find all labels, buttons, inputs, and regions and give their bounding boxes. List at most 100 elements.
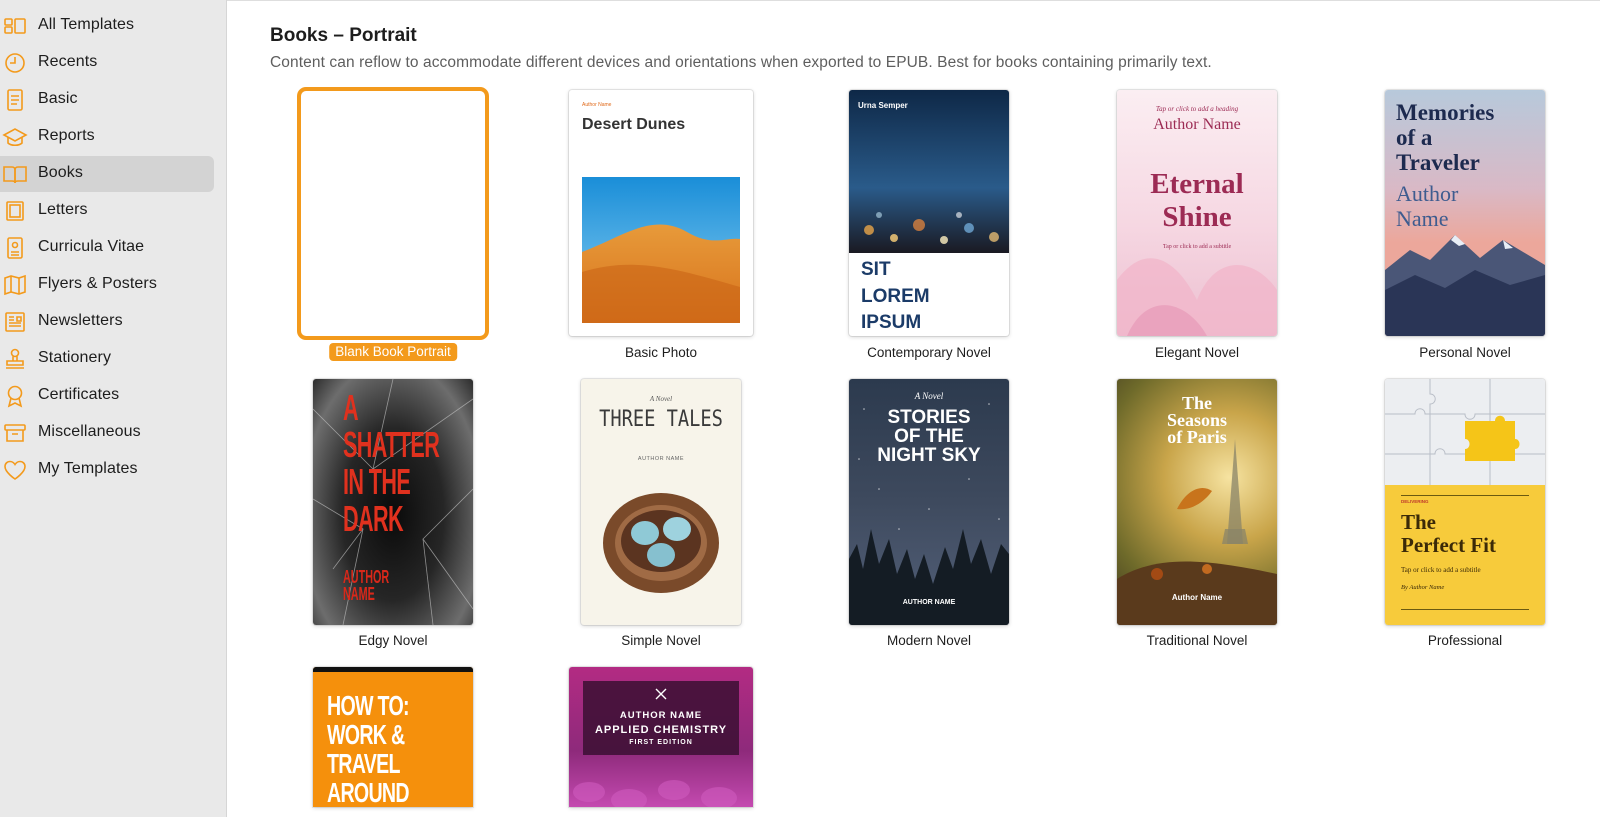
sidebar-item-basic[interactable]: Basic xyxy=(0,82,214,118)
sidebar-item-stationery[interactable]: Stationery xyxy=(0,341,214,377)
cover-author: Author Name xyxy=(1396,181,1459,231)
sidebar-item-flyers-posters[interactable]: Flyers & Posters xyxy=(0,267,214,303)
cover-author: Author Name xyxy=(1153,116,1241,133)
clock-icon xyxy=(5,53,25,73)
template-label: Traditional Novel xyxy=(1146,633,1248,648)
mountains-image xyxy=(1385,235,1545,336)
night-lights-image xyxy=(849,90,1009,253)
cover-kicker: A Novel xyxy=(914,391,944,401)
box-icon xyxy=(4,424,26,442)
cover-title: HOW TO: WORK & TRAVEL AROUND xyxy=(327,690,410,807)
cover-title: Memories of a Traveler xyxy=(1396,100,1495,175)
report-icon xyxy=(2,128,28,147)
heart-icon xyxy=(4,460,26,480)
cover-title: APPLIED CHEMISTRY xyxy=(594,724,728,736)
cover-author: By Author Name xyxy=(1401,584,1445,591)
sidebar-item-all-templates[interactable]: All Templates xyxy=(0,8,214,44)
sidebar: All Templates Recents Basic Reports Book… xyxy=(0,0,227,817)
letter-icon xyxy=(6,201,24,221)
template-how-to[interactable]: HOW TO: WORK & TRAVEL AROUND xyxy=(313,667,473,807)
sidebar-item-reports[interactable]: Reports xyxy=(0,119,214,155)
cover-subtitle: Tap or click to add a subtitle xyxy=(1401,566,1481,574)
sidebar-item-label: All Templates xyxy=(38,16,135,33)
molecule-icon xyxy=(655,688,667,700)
sidebar-item-newsletters[interactable]: Newsletters xyxy=(0,304,214,340)
sidebar-item-label: My Templates xyxy=(38,460,138,477)
template-label: Blank Book Portrait xyxy=(329,343,457,361)
cover-author: AUTHOR NAME xyxy=(619,710,703,721)
sidebar-item-label: Certificates xyxy=(38,386,120,403)
template-label: Edgy Novel xyxy=(358,633,428,648)
cover-subtitle: Tap or click to add a subtitle xyxy=(1162,244,1232,250)
cover-author: Author Name xyxy=(1171,593,1223,602)
cover-author: AUTHOR NAME xyxy=(902,599,956,606)
sidebar-item-label: Stationery xyxy=(38,349,112,366)
cover-edition: FIRST EDITION xyxy=(629,739,693,746)
beakers-image xyxy=(573,780,737,807)
template-blank-book-portrait[interactable] xyxy=(303,93,483,334)
sidebar-item-label: Letters xyxy=(38,201,88,218)
cover-author: AUTHOR NAME xyxy=(343,567,390,604)
nest-image xyxy=(603,493,719,593)
cover-title: The Perfect Fit xyxy=(1401,510,1497,557)
template-label: Elegant Novel xyxy=(1154,345,1240,360)
sidebar-item-letters[interactable]: Letters xyxy=(0,193,214,229)
template-label: Modern Novel xyxy=(886,633,972,648)
cover-kicker: DELIVERING xyxy=(1401,499,1429,504)
sidebar-item-curricula-vitae[interactable]: Curricula Vitae xyxy=(0,230,214,266)
cover-author: Author Name xyxy=(582,102,612,108)
template-gallery: Books – Portrait Content can reflow to a… xyxy=(227,0,1600,817)
template-simple-novel[interactable]: A Novel THREE TALES AUTHOR NAME xyxy=(581,379,741,625)
sidebar-item-label: Flyers & Posters xyxy=(38,275,157,292)
template-label: Basic Photo xyxy=(624,345,698,360)
template-contemporary-novel[interactable]: Urna Semper SIT LOREM IPSUM xyxy=(849,90,1009,336)
cover-title: Eternal Shine xyxy=(1150,168,1244,233)
template-elegant-novel[interactable]: Tap or click to add a heading Author Nam… xyxy=(1117,90,1277,336)
cover-heading: Tap or click to add a heading xyxy=(1155,105,1239,113)
sidebar-item-books[interactable]: Books xyxy=(0,156,214,192)
sidebar-item-my-templates[interactable]: My Templates xyxy=(0,452,214,488)
cover-title: STORIES OF THE NIGHT SKY xyxy=(877,407,981,466)
sidebar-item-certificates[interactable]: Certificates xyxy=(0,378,214,414)
sidebar-item-label: Miscellaneous xyxy=(38,423,141,440)
template-applied-chemistry[interactable]: AUTHOR NAME APPLIED CHEMISTRY FIRST EDIT… xyxy=(569,667,753,807)
template-personal-novel[interactable]: Memories of a Traveler Author Name xyxy=(1385,90,1545,336)
sidebar-item-label: Basic xyxy=(38,90,78,107)
page-description: Content can reflow to accommodate differ… xyxy=(270,54,1212,71)
page-title: Books – Portrait xyxy=(270,25,417,46)
template-edgy-novel[interactable]: A SHATTER IN THE DARK AUTHOR NAME xyxy=(313,379,473,625)
sidebar-item-label: Newsletters xyxy=(38,312,123,329)
newsletter-icon xyxy=(5,312,25,332)
ribbon-icon xyxy=(7,385,23,408)
book-icon xyxy=(3,166,27,184)
map-icon xyxy=(4,274,26,296)
cover-author: AUTHOR NAME xyxy=(637,456,685,462)
desert-image xyxy=(582,177,740,323)
template-label: Simple Novel xyxy=(621,633,701,648)
cover-title: Desert Dunes xyxy=(582,116,686,133)
sidebar-item-label: Reports xyxy=(38,127,95,144)
template-label: Professional xyxy=(1427,633,1503,648)
template-label: Contemporary Novel xyxy=(867,345,991,360)
template-label: Personal Novel xyxy=(1419,345,1511,360)
template-basic-photo[interactable]: Author Name Desert Dunes xyxy=(569,90,753,336)
petals-image xyxy=(1117,258,1277,336)
stamp-icon xyxy=(6,348,24,369)
sidebar-item-recents[interactable]: Recents xyxy=(0,45,214,81)
sidebar-item-label: Recents xyxy=(38,53,98,70)
sidebar-item-label: Books xyxy=(38,164,83,181)
all-templates-icon xyxy=(4,18,26,34)
template-modern-novel[interactable]: A Novel STORIES OF THE NIGHT SKY AUTHOR … xyxy=(849,379,1009,625)
cover-kicker: A Novel xyxy=(649,395,673,403)
puzzle-image xyxy=(1385,379,1545,485)
sidebar-item-label: Curricula Vitae xyxy=(38,238,145,255)
cover-author: Urna Semper xyxy=(858,101,908,110)
sidebar-item-miscellaneous[interactable]: Miscellaneous xyxy=(0,415,214,451)
cover-title: THREE TALES xyxy=(599,407,723,432)
cover-title: A SHATTER IN THE DARK xyxy=(343,387,440,539)
cv-icon xyxy=(7,237,23,259)
template-professional[interactable]: DELIVERING The Perfect Fit Tap or click … xyxy=(1385,379,1545,625)
template-traditional-novel[interactable]: The Seasons of Paris Author Name xyxy=(1117,379,1277,625)
document-icon xyxy=(7,89,23,111)
cover-title: The Seasons of Paris xyxy=(1166,393,1228,447)
